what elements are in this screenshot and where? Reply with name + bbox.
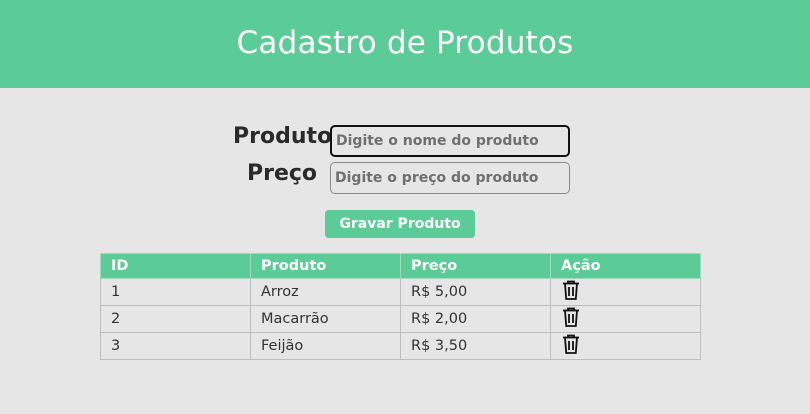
row-action [550, 278, 701, 306]
row-id: 2 [100, 305, 251, 333]
table-row: 2 Macarrão R$ 2,00 [100, 305, 701, 333]
row-id: 3 [100, 332, 251, 360]
column-header-id: ID [100, 253, 251, 279]
table-header-row: ID Produto Preço Ação [100, 253, 701, 279]
column-header-price: Preço [400, 253, 551, 279]
column-header-product: Produto [250, 253, 401, 279]
row-id: 1 [100, 278, 251, 306]
product-name-input[interactable] [330, 125, 570, 157]
row-product: Macarrão [250, 305, 401, 333]
trash-icon[interactable] [561, 306, 581, 332]
product-price-input[interactable] [330, 162, 570, 194]
price-label: Preço [247, 161, 318, 186]
trash-icon[interactable] [561, 279, 581, 305]
product-label: Produto [233, 124, 333, 149]
page-header: Cadastro de Produtos [0, 0, 810, 88]
page-title: Cadastro de Produtos [236, 25, 574, 61]
row-product: Feijão [250, 332, 401, 360]
row-price: R$ 5,00 [400, 278, 551, 306]
table-row: 3 Feijão R$ 3,50 [100, 332, 701, 360]
products-table: ID Produto Preço Ação 1 Arroz R$ 5,00 2 … [100, 253, 701, 360]
row-price: R$ 3,50 [400, 332, 551, 360]
column-header-action: Ação [550, 253, 701, 279]
table-row: 1 Arroz R$ 5,00 [100, 278, 701, 306]
trash-icon[interactable] [561, 333, 581, 359]
row-price: R$ 2,00 [400, 305, 551, 333]
row-action [550, 305, 701, 333]
row-product: Arroz [250, 278, 401, 306]
save-product-button[interactable]: Gravar Produto [325, 210, 475, 238]
row-action [550, 332, 701, 360]
